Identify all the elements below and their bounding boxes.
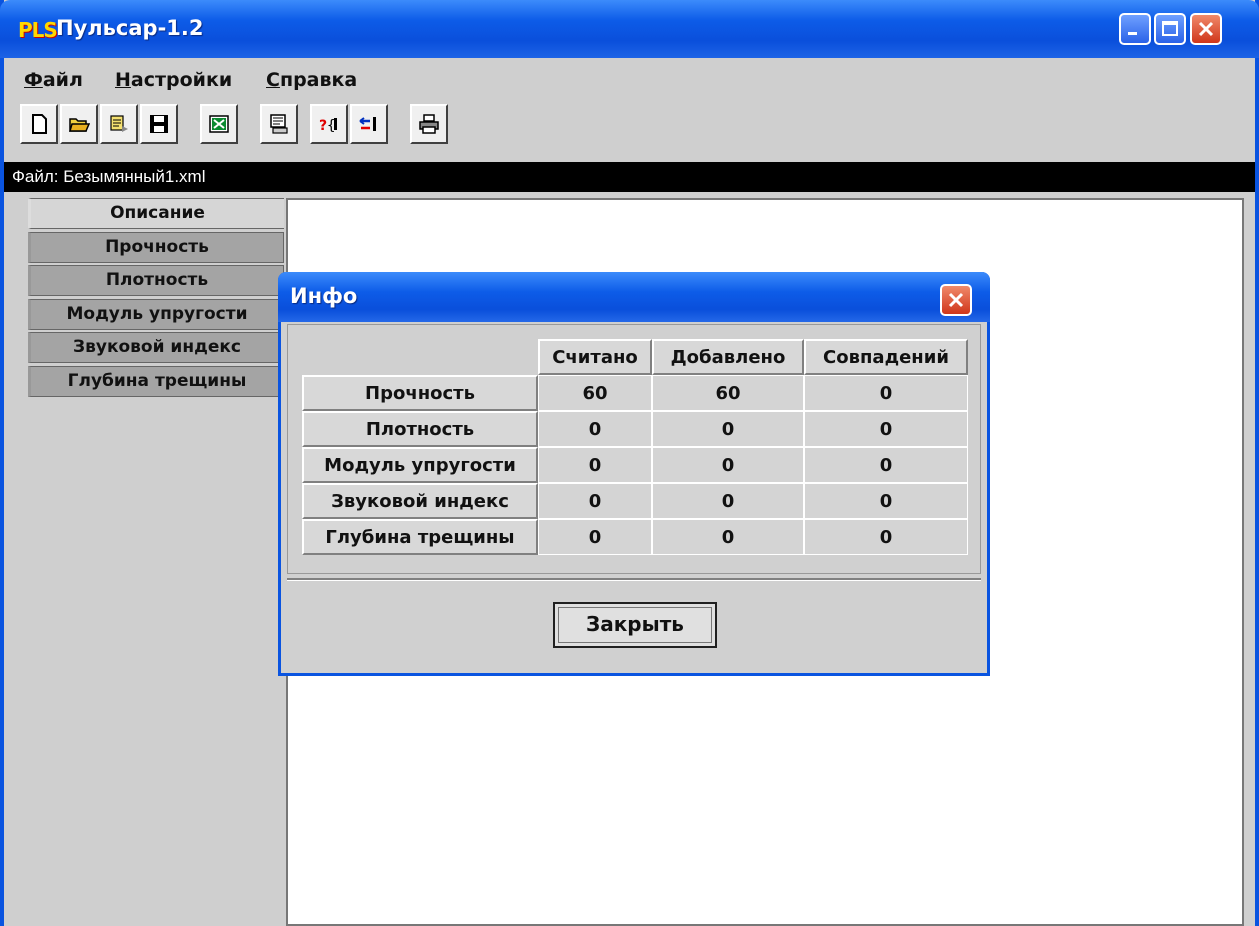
- maximize-button[interactable]: [1154, 13, 1186, 45]
- help-query-icon: ?{: [319, 118, 337, 134]
- table-cell: 0: [804, 519, 968, 555]
- menu-help-label: правка: [279, 69, 358, 91]
- table-cell: 0: [538, 483, 652, 519]
- row-header: Модуль упругости: [302, 447, 538, 483]
- table-cell: 0: [538, 519, 652, 555]
- excel-icon: [209, 115, 229, 133]
- column-header-read: Считано: [538, 339, 652, 375]
- table-cell: 0: [804, 447, 968, 483]
- excel-button[interactable]: [200, 104, 238, 144]
- menu-help-mnemonic: С: [266, 69, 280, 91]
- close-window-button[interactable]: [1190, 13, 1222, 45]
- minimize-icon: [1128, 32, 1137, 35]
- info-dialog: Инфо Считано Добавлено Совпадений Прочно…: [278, 272, 990, 676]
- tab-elastic-modulus[interactable]: Модуль упругости: [28, 299, 284, 330]
- close-icon: [1198, 21, 1214, 37]
- table-header-row: Считано Добавлено Совпадений: [302, 339, 968, 375]
- dialog-body: Считано Добавлено Совпадений Прочность 6…: [287, 324, 981, 574]
- table-cell: 0: [538, 447, 652, 483]
- table-cell: 0: [804, 411, 968, 447]
- title-bar[interactable]: PLS Пульсар-1.2: [0, 0, 1259, 58]
- svg-text:?: ?: [319, 118, 327, 134]
- tab-description[interactable]: Описание: [28, 198, 284, 229]
- menu-settings-mnemonic: Н: [115, 69, 131, 91]
- table-cell: 0: [652, 483, 804, 519]
- device-button[interactable]: [260, 104, 298, 144]
- export-button[interactable]: [100, 104, 138, 144]
- table-row: Глубина трещины 0 0 0: [302, 519, 968, 555]
- menu-settings[interactable]: Настройки: [115, 69, 232, 91]
- maximize-icon: [1162, 21, 1178, 36]
- minimize-button[interactable]: [1119, 13, 1151, 45]
- print-button[interactable]: [410, 104, 448, 144]
- new-document-icon: [32, 114, 47, 134]
- save-button[interactable]: [140, 104, 178, 144]
- table-row: Звуковой индекс 0 0 0: [302, 483, 968, 519]
- menu-settings-label: астройки: [130, 69, 233, 91]
- close-icon: [948, 292, 964, 308]
- table-cell: 0: [652, 519, 804, 555]
- tab-density[interactable]: Плотность: [28, 265, 284, 296]
- table-row: Прочность 60 60 0: [302, 375, 968, 411]
- table-corner-cell: [302, 339, 538, 375]
- close-button[interactable]: Закрыть: [553, 602, 717, 648]
- export-icon: [110, 115, 128, 132]
- column-header-matches: Совпадений: [804, 339, 968, 375]
- table-cell: 0: [652, 411, 804, 447]
- menu-file[interactable]: Файл: [24, 69, 83, 91]
- dialog-title: Инфо: [290, 284, 358, 308]
- table-cell: 0: [652, 447, 804, 483]
- row-header: Глубина трещины: [302, 519, 538, 555]
- transfer-button[interactable]: [350, 104, 388, 144]
- table-cell: 60: [538, 375, 652, 411]
- toolbar: ?{: [4, 100, 1255, 152]
- row-header: Плотность: [302, 411, 538, 447]
- transfer-icon: [359, 117, 376, 131]
- table-cell: 0: [538, 411, 652, 447]
- dialog-separator: [287, 578, 981, 581]
- dialog-title-bar[interactable]: Инфо: [278, 272, 990, 322]
- table-cell: 0: [804, 483, 968, 519]
- new-button[interactable]: [20, 104, 58, 144]
- tab-sound-index[interactable]: Звуковой индекс: [28, 332, 284, 363]
- device-icon: [270, 114, 288, 134]
- tab-crack-depth[interactable]: Глубина трещины: [28, 366, 284, 397]
- app-logo: PLS: [18, 18, 58, 42]
- table-row: Модуль упругости 0 0 0: [302, 447, 968, 483]
- row-header: Прочность: [302, 375, 538, 411]
- open-button[interactable]: [60, 104, 98, 144]
- table-row: Плотность 0 0 0: [302, 411, 968, 447]
- file-status-bar: Файл: Безымянный1.xml: [4, 162, 1255, 192]
- row-header: Звуковой индекс: [302, 483, 538, 519]
- save-icon: [150, 115, 168, 133]
- menu-help[interactable]: Справка: [266, 69, 357, 91]
- table-cell: 0: [804, 375, 968, 411]
- print-icon: [419, 114, 439, 134]
- tab-strength[interactable]: Прочность: [28, 232, 284, 263]
- menu-file-mnemonic: Ф: [24, 69, 43, 91]
- dialog-close-x-button[interactable]: [940, 284, 972, 316]
- window-title: Пульсар-1.2: [56, 16, 204, 40]
- menu-file-label: айл: [42, 69, 83, 91]
- table-cell: 60: [652, 375, 804, 411]
- menu-bar: Файл Настройки Справка: [4, 62, 1255, 96]
- info-table: Считано Добавлено Совпадений Прочность 6…: [302, 339, 968, 555]
- column-header-added: Добавлено: [652, 339, 804, 375]
- open-folder-icon: [69, 118, 90, 132]
- help-query-button[interactable]: ?{: [310, 104, 348, 144]
